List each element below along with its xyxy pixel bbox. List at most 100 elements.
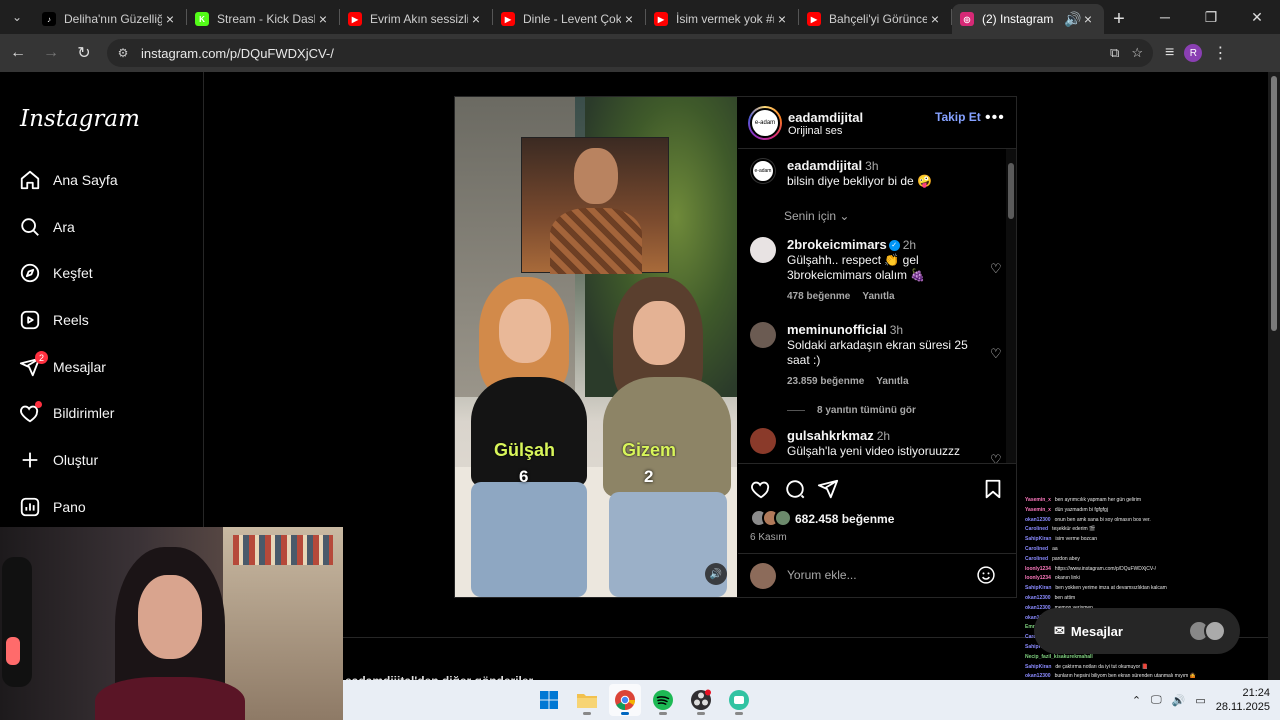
browser-tab[interactable]: ▶ Bahçeli'yi Görünce U× xyxy=(799,4,951,34)
new-tab-button[interactable]: + xyxy=(1104,4,1134,34)
chat-text: okanın linki xyxy=(1054,575,1080,582)
nav-olu-tur[interactable]: Oluştur xyxy=(18,448,98,472)
reply-button[interactable]: Yanıtla xyxy=(876,376,908,387)
caption-avatar[interactable]: e-adam xyxy=(750,158,776,184)
save-bookmark-icon[interactable] xyxy=(982,478,1004,500)
nav-reels[interactable]: Reels xyxy=(18,308,89,332)
battery-icon[interactable]: ▭ xyxy=(1195,694,1205,707)
comment-input[interactable] xyxy=(787,564,967,586)
obs-icon[interactable] xyxy=(685,684,717,716)
caption-username[interactable]: eadamdijital xyxy=(787,158,862,173)
more-options-icon[interactable]: ••• xyxy=(985,109,1005,127)
comment-likes[interactable]: 478 beğenme xyxy=(787,291,850,302)
comment-sort-dropdown[interactable]: Senin için ⌄ xyxy=(784,209,849,223)
comment-time: 2h xyxy=(876,429,891,443)
network-icon[interactable]: 🖵 xyxy=(1151,694,1162,707)
comments-scrollbar[interactable] xyxy=(1006,149,1016,463)
post-date: 6 Kasım xyxy=(750,532,787,543)
author-username[interactable]: eadamdijital xyxy=(788,110,863,125)
tray-chevron-icon[interactable]: ⌃ xyxy=(1132,694,1141,707)
likes-count[interactable]: 682.458 beğenme xyxy=(795,512,894,526)
nav-mesajlar[interactable]: 2 Mesajlar xyxy=(18,351,106,379)
tab-search-dropdown[interactable]: ⌄ xyxy=(0,0,34,34)
back-button[interactable]: ← xyxy=(3,38,33,68)
site-info-icon[interactable]: ⚙ xyxy=(115,45,131,61)
browser-tab[interactable]: ▶ İsim vermek yok #ma× xyxy=(646,4,798,34)
chat-username: Carolined xyxy=(1025,526,1049,533)
comment-like-heart-icon[interactable]: ♡ xyxy=(990,261,1004,276)
reel-video[interactable]: Gülşah 6 Gizem 2 🔊 xyxy=(455,97,737,597)
close-icon[interactable]: × xyxy=(1080,11,1096,27)
profile-avatar[interactable]: R xyxy=(1184,44,1203,62)
like-heart-icon[interactable] xyxy=(750,478,772,500)
reload-button[interactable]: ↻ xyxy=(69,38,99,68)
volume-icon[interactable]: 🔊 xyxy=(1172,694,1186,707)
nav-ke-fet[interactable]: Keşfet xyxy=(18,261,93,285)
instagram-logo[interactable]: Instagram xyxy=(20,106,140,132)
nav-pano[interactable]: Pano xyxy=(18,495,86,519)
clock[interactable]: 21:24 28.11.2025 xyxy=(1216,686,1270,714)
chat-message: okan12300 ben attim xyxy=(1025,594,1268,604)
maximize-button[interactable]: ❐ xyxy=(1188,0,1234,34)
media-control-icon[interactable]: ≡ xyxy=(1165,44,1174,62)
running-indicator xyxy=(659,712,667,715)
comment-username[interactable]: gulsahkrkmaz xyxy=(787,428,874,443)
browser-tab[interactable]: ♪ Deliha'nın Güzelliği: × xyxy=(34,4,186,34)
minimize-button[interactable]: ─ xyxy=(1142,0,1188,34)
file-explorer-icon[interactable] xyxy=(571,684,603,716)
audio-label[interactable]: Orijinal ses xyxy=(788,125,842,137)
share-send-icon[interactable] xyxy=(817,478,839,500)
video-number-left: 6 xyxy=(519,467,529,486)
spotify-icon[interactable] xyxy=(647,684,679,716)
close-icon[interactable]: × xyxy=(621,11,637,27)
address-bar[interactable]: ⚙ instagram.com/p/DQuFWDXjCV-/ ⧉ ☆ xyxy=(107,39,1153,67)
nav-ara[interactable]: Ara xyxy=(18,215,75,239)
post-header: e-adam eadamdijital Orijinal ses Takip E… xyxy=(738,97,1016,149)
comment-avatar[interactable] xyxy=(750,428,776,454)
chat-text: pardon abey xyxy=(1052,555,1080,562)
messages-icon: 2 xyxy=(18,351,48,379)
chrome-icon[interactable] xyxy=(609,684,641,716)
comment-avatar[interactable] xyxy=(750,237,776,263)
windows-start-icon[interactable] xyxy=(533,684,565,716)
comment-like-heart-icon[interactable]: ♡ xyxy=(990,452,1004,463)
close-icon[interactable]: × xyxy=(315,11,331,27)
streamlabs-icon[interactable] xyxy=(723,684,755,716)
chat-username: okan12300 xyxy=(1025,516,1051,523)
browser-tab[interactable]: ◎ (2) Instagram 🔊 × xyxy=(952,4,1104,34)
tab-audio-icon[interactable]: 🔊 xyxy=(1064,11,1081,28)
install-app-icon[interactable]: ⧉ xyxy=(1110,45,1119,61)
comment-bubble-icon[interactable] xyxy=(784,478,806,500)
comment-username[interactable]: 2brokeicmimars xyxy=(787,237,887,252)
comment-username[interactable]: meminunofficial xyxy=(787,322,887,337)
reply-button[interactable]: Yanıtla xyxy=(862,291,894,302)
view-replies-button[interactable]: 8 yanıtın tümünü gör xyxy=(787,405,916,416)
comment-likes[interactable]: 23.859 beğenme xyxy=(787,376,864,387)
close-icon[interactable]: × xyxy=(774,11,790,27)
mute-toggle-icon[interactable]: 🔊 xyxy=(705,563,727,585)
active-indicator xyxy=(621,712,629,715)
browser-tab[interactable]: K Stream - Kick Dashbo× xyxy=(187,4,339,34)
forward-button[interactable]: → xyxy=(36,38,66,68)
close-icon[interactable]: × xyxy=(162,11,178,27)
comment-like-heart-icon[interactable]: ♡ xyxy=(990,346,1004,361)
browser-menu-icon[interactable]: ⋮ xyxy=(1212,43,1228,63)
browser-tab[interactable]: ▶ Dinle - Levent Çoker× xyxy=(493,4,645,34)
webcam-light xyxy=(6,637,20,665)
close-window-button[interactable]: ✕ xyxy=(1234,0,1280,34)
messages-pill-button[interactable]: ✉ Mesajlar xyxy=(1034,608,1240,654)
webcam-overlay xyxy=(0,527,343,720)
close-icon[interactable]: × xyxy=(927,11,943,27)
nav-ana-sayfa[interactable]: Ana Sayfa xyxy=(18,168,118,192)
page-scrollbar[interactable] xyxy=(1268,72,1280,680)
browser-tab[interactable]: ▶ Evrim Akın sessizliğin× xyxy=(340,4,492,34)
author-avatar[interactable]: e-adam xyxy=(748,106,782,140)
close-icon[interactable]: × xyxy=(468,11,484,27)
nav-bildirimler[interactable]: Bildirimler xyxy=(18,401,114,425)
running-indicator xyxy=(735,712,743,715)
comment-avatar[interactable] xyxy=(750,322,776,348)
emoji-icon[interactable] xyxy=(976,565,996,585)
follow-button[interactable]: Takip Et xyxy=(935,110,981,124)
youtube-icon: ▶ xyxy=(807,12,821,26)
bookmark-star-icon[interactable]: ☆ xyxy=(1131,45,1143,61)
